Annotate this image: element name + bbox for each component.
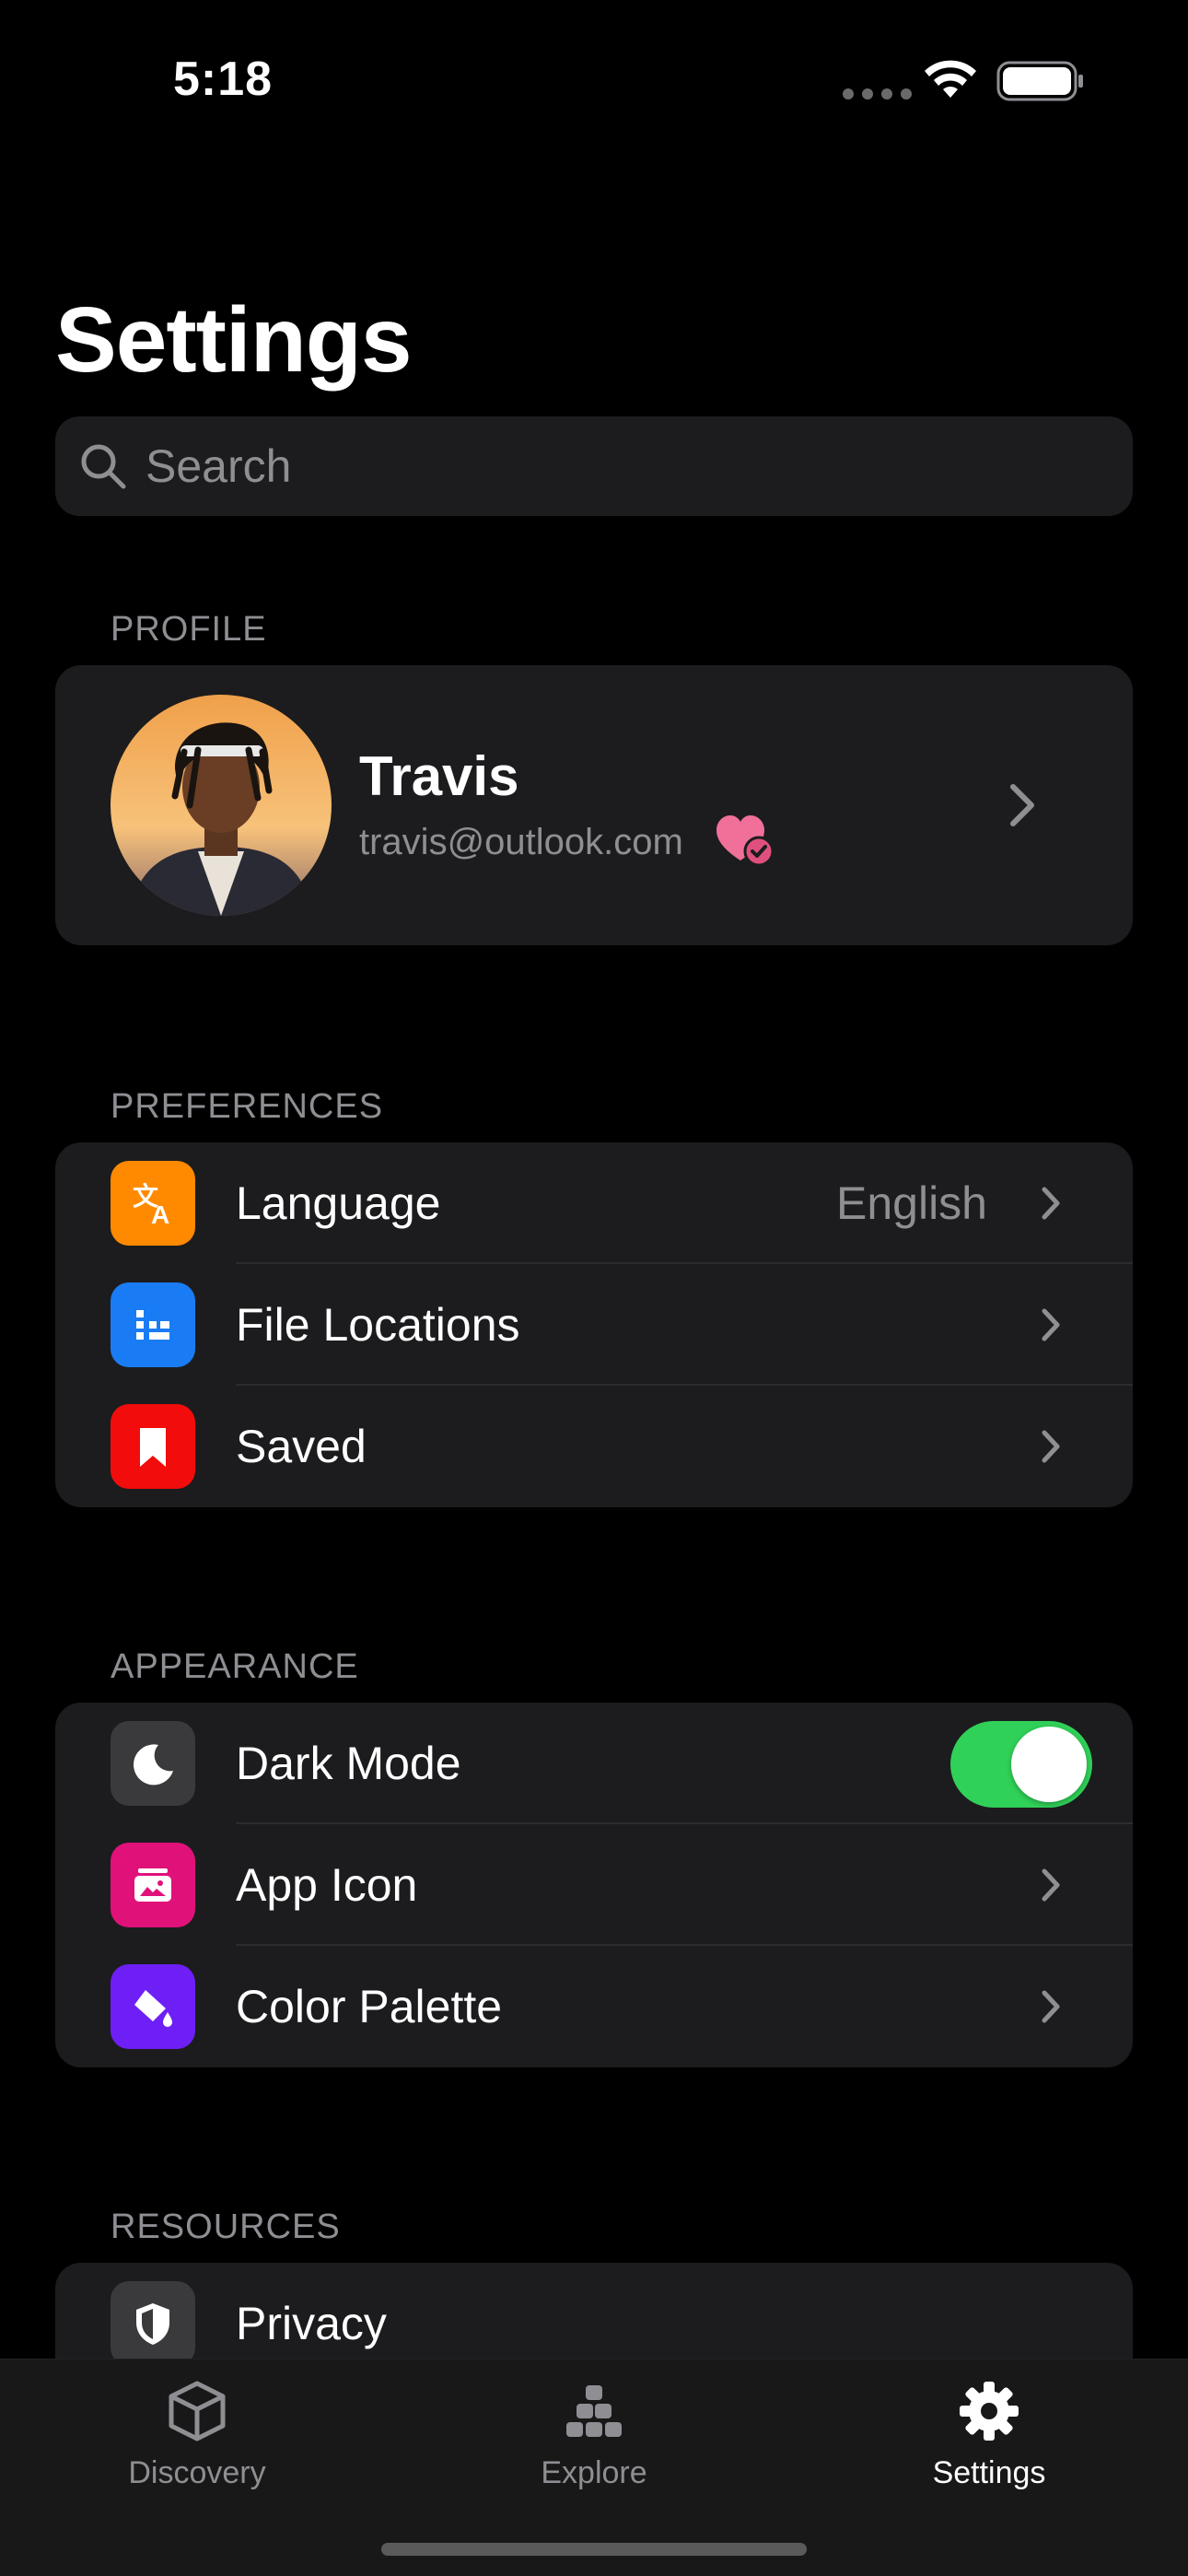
chevron-right-icon [1042, 1308, 1060, 1341]
home-indicator [381, 2543, 807, 2556]
tab-settings[interactable]: Settings [851, 2359, 1127, 2516]
row-label: Dark Mode [236, 1738, 461, 1789]
section-header-appearance: APPEARANCE [111, 1647, 359, 1686]
folder-tree-icon [111, 1282, 195, 1367]
chevron-right-icon [1042, 1990, 1060, 2023]
row-label: Color Palette [236, 1981, 503, 2032]
tab-explore[interactable]: Explore [456, 2359, 732, 2516]
row-label: Privacy [236, 2298, 387, 2349]
cube-icon [169, 2381, 226, 2441]
battery-icon [996, 61, 1083, 101]
row-dark-mode: Dark Mode [55, 1703, 1133, 1824]
row-language[interactable]: 文 A Language English [55, 1142, 1133, 1264]
gear-icon [960, 2382, 1019, 2441]
avatar [111, 695, 332, 916]
status-time: 5:18 [173, 53, 274, 106]
search-input[interactable] [146, 439, 1066, 493]
tab-label: Settings [932, 2455, 1046, 2490]
row-saved[interactable]: Saved [55, 1386, 1133, 1507]
paint-bucket-icon [111, 1964, 195, 2049]
row-label: Saved [236, 1421, 367, 1472]
row-value-language: English [836, 1177, 987, 1229]
tab-discovery[interactable]: Discovery [59, 2359, 335, 2516]
moon-icon [111, 1721, 195, 1806]
section-header-resources: RESOURCES [111, 2207, 341, 2246]
profile-card[interactable]: Travis travis@outlook.com [55, 665, 1133, 945]
row-label: File Locations [236, 1299, 520, 1351]
row-label: App Icon [236, 1859, 418, 1911]
tab-label: Discovery [128, 2455, 266, 2490]
cellular-signal-icon [843, 88, 912, 100]
profile-email: travis@outlook.com [359, 822, 683, 862]
row-app-icon[interactable]: App Icon [55, 1824, 1133, 1946]
preferences-card: 文 A Language English File Locations Save… [55, 1142, 1133, 1507]
row-color-palette[interactable]: Color Palette [55, 1946, 1133, 2067]
section-header-preferences: PREFERENCES [111, 1087, 384, 1126]
resources-card: Privacy [55, 2263, 1133, 2359]
chevron-right-icon [1010, 784, 1034, 826]
page-title: Settings [55, 288, 412, 392]
row-privacy[interactable]: Privacy [55, 2263, 1133, 2359]
appearance-card: Dark Mode App Icon Color Palette [55, 1703, 1133, 2067]
verified-heart-icon [716, 815, 775, 867]
chevron-right-icon [1042, 1868, 1060, 1902]
section-header-profile: PROFILE [111, 610, 267, 649]
profile-name: Travis [359, 745, 519, 807]
status-bar: 5:18 [0, 0, 1188, 157]
svg-text:A: A [151, 1200, 169, 1229]
search-bar[interactable] [55, 416, 1133, 516]
chevron-right-icon [1042, 1430, 1060, 1463]
dark-mode-toggle[interactable] [950, 1721, 1092, 1808]
shield-icon [111, 2281, 195, 2359]
chevron-right-icon [1042, 1187, 1060, 1220]
translate-icon: 文 A [111, 1161, 195, 1246]
row-label: Language [236, 1177, 441, 1229]
search-icon [81, 444, 126, 489]
tab-label: Explore [541, 2455, 647, 2490]
bookmark-icon [111, 1404, 195, 1489]
wifi-icon [925, 60, 976, 98]
row-file-locations[interactable]: File Locations [55, 1264, 1133, 1386]
toggle-knob [1011, 1727, 1087, 1802]
blocks-icon [566, 2385, 622, 2437]
app-icon-icon [111, 1843, 195, 1927]
